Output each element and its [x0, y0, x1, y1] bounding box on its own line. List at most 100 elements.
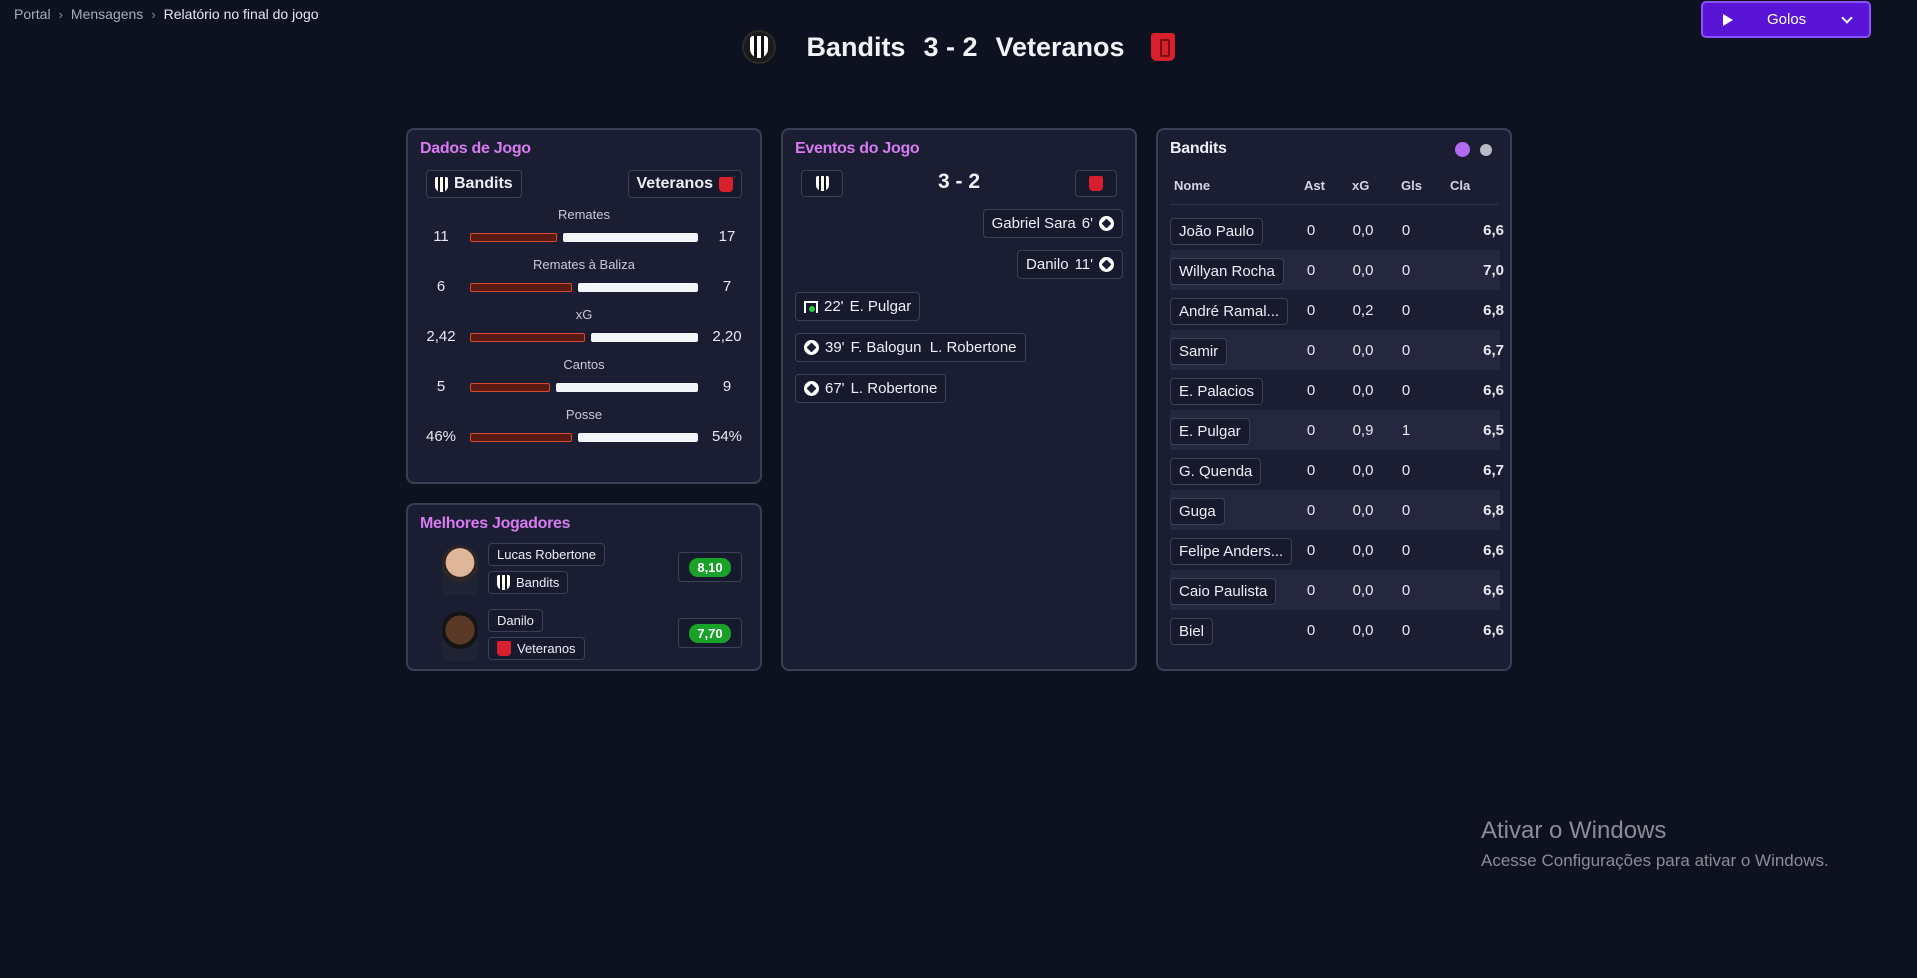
cell-ast: 0 — [1306, 342, 1316, 359]
cell-gls: 0 — [1401, 542, 1411, 559]
player-name-chip[interactable]: Danilo — [488, 609, 543, 632]
column-header-cla[interactable]: Cla — [1450, 178, 1470, 193]
player-name-chip[interactable]: Samir — [1170, 338, 1228, 365]
breadcrumb-mensagens[interactable]: Mensagens — [71, 6, 143, 22]
bandits-crest-icon — [497, 575, 510, 590]
event-player: L. Robertone — [850, 380, 938, 397]
stat-home-bar — [470, 283, 572, 292]
stat-name: xG — [575, 307, 593, 322]
player-name-chip[interactable]: André Ramal... — [1170, 298, 1289, 325]
home-team-toggle-dot[interactable] — [1455, 142, 1470, 157]
away-crest-chip[interactable] — [1075, 170, 1117, 197]
stat-row: xG 2,42 2,20 — [408, 307, 760, 349]
player-name-chip[interactable]: Willyan Rocha — [1170, 258, 1284, 285]
cell-cla: 6,5 — [1483, 422, 1504, 439]
column-header-xg[interactable]: xG — [1352, 178, 1369, 193]
player-avatar — [442, 545, 478, 595]
match-title: Bandits 3 - 2 Veteranos — [806, 32, 1124, 63]
cell-ast: 0 — [1306, 502, 1316, 519]
event-item[interactable]: Gabriel Sara 6' — [982, 209, 1123, 238]
stat-away-value: 2,20 — [712, 328, 742, 345]
stat-away-bar — [591, 333, 698, 342]
event-player: E. Pulgar — [849, 298, 912, 315]
table-row[interactable]: Felipe Anders... 0 0,0 0 6,6 — [1170, 530, 1504, 570]
column-header-nome[interactable]: Nome — [1174, 178, 1210, 193]
stat-away-value: 9 — [722, 378, 732, 395]
player-rating-box: 8,10 — [678, 552, 742, 582]
table-row[interactable]: Caio Paulista 0 0,0 0 6,6 — [1170, 570, 1504, 610]
player-team-chip[interactable]: Bandits — [488, 571, 569, 594]
player-name-chip[interactable]: João Paulo — [1170, 218, 1264, 245]
event-item[interactable]: 67' L. Robertone — [795, 374, 947, 403]
player-name-chip[interactable]: E. Palacios — [1170, 378, 1264, 405]
veteranos-crest-icon — [1150, 33, 1175, 61]
cell-xg: 0,0 — [1352, 382, 1374, 399]
table-row[interactable]: Samir 0 0,0 0 6,7 — [1170, 330, 1504, 370]
event-item[interactable]: 22' E. Pulgar — [795, 292, 921, 321]
home-team-chip[interactable]: Bandits — [426, 170, 522, 198]
cell-ast: 0 — [1306, 262, 1316, 279]
stat-away-value: 17 — [718, 228, 736, 245]
bandits-crest-icon — [815, 176, 829, 191]
table-row[interactable]: Guga 0 0,0 0 6,8 — [1170, 490, 1504, 530]
player-name-chip[interactable]: Biel — [1170, 618, 1214, 645]
cell-xg: 0,0 — [1352, 542, 1374, 559]
table-row[interactable]: G. Quenda 0 0,0 0 6,7 — [1170, 450, 1504, 490]
away-team-chip[interactable]: Veteranos — [627, 170, 742, 198]
best-player-card[interactable]: Lucas Robertone Bandits 8,10 — [442, 543, 742, 599]
player-name-chip[interactable]: G. Quenda — [1170, 458, 1262, 485]
match-stats-panel: Dados de Jogo Bandits Veteranos Remates … — [406, 128, 762, 484]
cell-xg: 0,0 — [1352, 582, 1374, 599]
player-name-chip[interactable]: Lucas Robertone — [488, 543, 606, 566]
bandits-crest-icon — [435, 176, 448, 192]
table-row[interactable]: Willyan Rocha 0 0,0 0 7,0 — [1170, 250, 1504, 290]
table-row[interactable]: E. Pulgar 0 0,9 1 6,5 — [1170, 410, 1504, 450]
player-name-chip[interactable]: Felipe Anders... — [1170, 538, 1293, 565]
player-name-chip[interactable]: E. Pulgar — [1170, 418, 1250, 445]
windows-activation-subtitle: Acesse Configurações para ativar o Windo… — [1481, 851, 1829, 870]
away-team-label: Veteranos — [636, 175, 713, 192]
event-player: Gabriel Sara — [991, 215, 1076, 232]
cell-cla: 6,8 — [1483, 302, 1504, 319]
table-row[interactable]: André Ramal... 0 0,2 0 6,8 — [1170, 290, 1504, 330]
match-score: 3 - 2 — [923, 31, 978, 62]
home-crest-chip[interactable] — [801, 170, 843, 197]
table-row[interactable]: E. Palacios 0 0,0 0 6,6 — [1170, 370, 1504, 410]
best-player-card[interactable]: Danilo Veteranos 7,70 — [442, 609, 742, 665]
player-name-chip[interactable]: Guga — [1170, 498, 1225, 525]
penalty-goal-icon — [804, 300, 818, 313]
home-team-name: Bandits — [806, 31, 906, 62]
cell-gls: 0 — [1401, 622, 1411, 639]
player-name: Danilo — [497, 613, 534, 628]
cell-ast: 0 — [1306, 422, 1316, 439]
player-avatar — [442, 611, 478, 661]
cell-ast: 0 — [1306, 582, 1316, 599]
event-item[interactable]: 39' F. Balogun L. Robertone — [795, 333, 1026, 362]
event-minute: 39' — [825, 339, 845, 356]
cell-cla: 6,6 — [1483, 542, 1504, 559]
table-row[interactable]: João Paulo 0 0,0 0 6,6 — [1170, 210, 1504, 250]
column-header-gls[interactable]: Gls — [1401, 178, 1422, 193]
player-name-chip[interactable]: Caio Paulista — [1170, 578, 1277, 605]
ball-icon — [804, 381, 819, 396]
column-header-ast[interactable]: Ast — [1304, 178, 1325, 193]
best-players-panel: Melhores Jogadores Lucas Robertone Bandi… — [406, 503, 762, 671]
stat-name: Remates — [557, 207, 611, 222]
cell-cla: 6,6 — [1483, 222, 1504, 239]
player-team-chip[interactable]: Veteranos — [488, 637, 585, 660]
stat-name: Remates à Baliza — [533, 257, 635, 272]
stat-away-value: 7 — [722, 278, 732, 295]
breadcrumb-portal[interactable]: Portal — [14, 6, 51, 22]
event-minute: 6' — [1081, 215, 1093, 232]
away-team-toggle-dot[interactable] — [1480, 144, 1492, 156]
cell-cla: 6,8 — [1483, 502, 1504, 519]
cell-ast: 0 — [1306, 622, 1316, 639]
event-item[interactable]: Danilo 11' — [1017, 250, 1123, 279]
team-players-panel: Bandits Nome Ast xG Gls Cla João Paulo 0 0… — [1156, 128, 1512, 671]
cell-gls: 0 — [1401, 462, 1411, 479]
cell-xg: 0,0 — [1352, 262, 1374, 279]
play-icon — [1723, 13, 1733, 26]
event-minute: 22' — [824, 298, 844, 315]
team-table-title: Bandits — [1170, 140, 1227, 157]
table-row[interactable]: Biel 0 0,0 0 6,6 — [1170, 610, 1504, 650]
